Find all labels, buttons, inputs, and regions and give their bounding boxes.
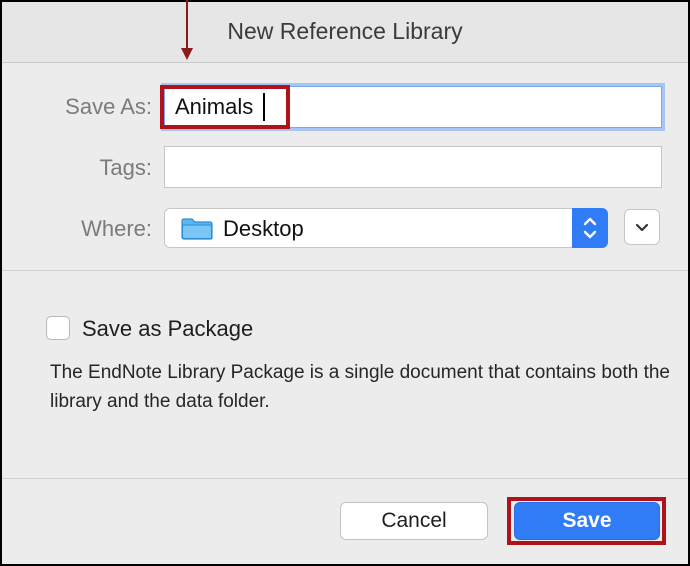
where-popup[interactable]: Desktop	[164, 208, 608, 248]
package-description: The EndNote Library Package is a single …	[50, 362, 670, 412]
save-as-package-label[interactable]: Save as Package	[82, 316, 253, 342]
up-down-chevron-icon	[583, 217, 597, 239]
expand-dialog-button[interactable]	[624, 209, 660, 245]
annotation-highlight-filename	[160, 85, 290, 129]
chevron-down-icon	[635, 223, 649, 232]
where-stepper[interactable]	[572, 208, 608, 248]
section-divider	[2, 270, 688, 271]
where-value: Desktop	[223, 216, 304, 241]
title-bar: New Reference Library	[2, 2, 688, 63]
new-reference-library-dialog: New Reference Library Save As: Animals T…	[0, 0, 690, 566]
cancel-button[interactable]: Cancel	[340, 502, 488, 540]
where-label: Where:	[81, 216, 152, 241]
window-title: New Reference Library	[227, 18, 463, 44]
save-as-label: Save As:	[65, 94, 152, 119]
tags-input[interactable]	[164, 146, 662, 188]
folder-icon	[181, 218, 213, 240]
down-arrow-icon	[181, 0, 193, 60]
annotation-highlight-save	[507, 497, 666, 545]
tags-label: Tags:	[99, 155, 152, 180]
footer-divider	[2, 478, 688, 479]
save-as-package-checkbox[interactable]	[46, 316, 70, 340]
